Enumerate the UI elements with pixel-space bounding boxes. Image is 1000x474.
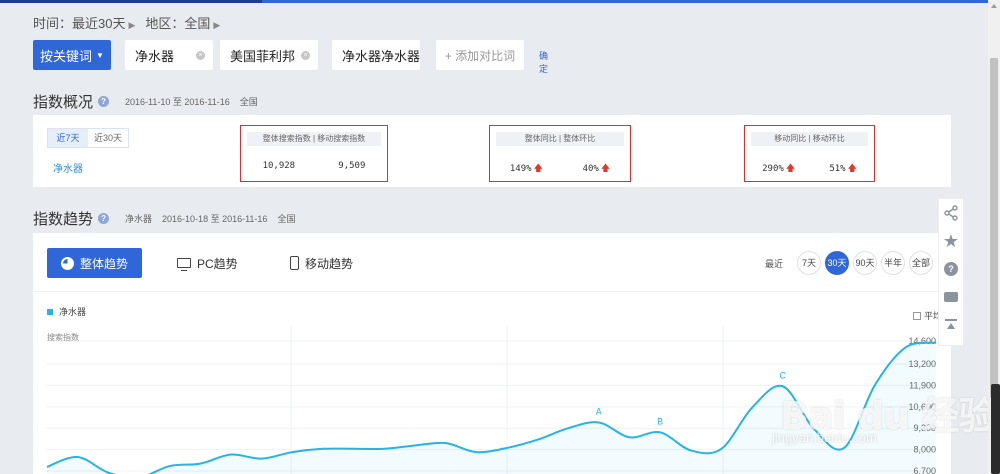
help-circle-icon[interactable]: ? xyxy=(939,255,963,283)
back-to-top-icon[interactable] xyxy=(939,311,963,339)
overall-yoy: 149% xyxy=(509,164,532,174)
region-filter[interactable]: 地区：全国 ▶ xyxy=(145,13,220,32)
metric-header: 整体搜索指数 | 移动搜索指数 xyxy=(247,132,381,146)
range-30d[interactable]: 30天 xyxy=(825,251,849,275)
phone-icon xyxy=(290,256,299,270)
trend-meta: 净水器 2016-10-18 至 2016-11-16 全国 xyxy=(125,212,295,225)
top-active-indicator xyxy=(0,0,262,3)
scrollbar-thumb[interactable] xyxy=(990,58,998,398)
add-compare-button[interactable]: + 添加对比词 xyxy=(436,40,524,70)
mobile-yoy: 290% xyxy=(762,164,784,174)
clear-icon[interactable]: × xyxy=(301,51,310,60)
keyword-mode-button[interactable]: 按关键词 ▼ xyxy=(33,40,111,70)
watermark-url: jingyan.baidu.com xyxy=(772,430,877,445)
share-icon[interactable] xyxy=(939,199,963,227)
range-label: 最近 xyxy=(764,258,783,269)
tab-mobile-trend[interactable]: 移动趋势 xyxy=(290,248,353,278)
keyword-bar: 按关键词 ▼ 净水器 × 美国菲利邦 × 净水器净水器 + 添加对比词 确定 xyxy=(33,40,548,74)
clear-icon[interactable]: × xyxy=(196,51,205,60)
confirm-link[interactable]: 确定 xyxy=(539,49,548,75)
region-filter-label: 地区：全国 xyxy=(145,15,211,31)
star-icon[interactable]: ★ xyxy=(939,227,963,255)
legend-label: 净水器 xyxy=(59,307,87,317)
overview-header: 指数概况 ? 2016-11-10 至 2016-11-16 全国 xyxy=(33,91,258,112)
legend-swatch xyxy=(47,308,53,315)
overview-title: 指数概况 xyxy=(33,94,94,111)
keyword-text: 净水器 xyxy=(135,48,175,64)
keyword-mode-label: 按关键词 xyxy=(40,48,93,64)
overview-keyword-link[interactable]: 净水器 xyxy=(53,160,83,175)
range-90d[interactable]: 90天 xyxy=(853,251,877,275)
range-7d[interactable]: 7天 xyxy=(797,251,821,275)
pie-chart-icon xyxy=(60,256,74,270)
tab-pc-trend[interactable]: PC趋势 xyxy=(177,248,238,278)
metric-header: 整体同比 | 整体环比 xyxy=(496,132,624,146)
arrow-up-icon: 🡅 xyxy=(600,164,611,174)
range-half-year[interactable]: 半年 xyxy=(881,251,905,275)
annotation-label: C xyxy=(779,370,786,380)
tab-label: PC趋势 xyxy=(197,256,238,271)
chevron-right-icon: ▶ xyxy=(128,19,136,30)
monitor-icon xyxy=(177,258,191,271)
y-axis-label: 搜索指数 xyxy=(47,333,79,342)
trend-region: 全国 xyxy=(277,214,296,224)
overview-panel: 近7天 近30天 净水器 整体搜索指数 | 移动搜索指数 10,928 9,50… xyxy=(33,115,951,187)
metric-box-overall-change: 整体同比 | 整体环比 149% 🡅 40% 🡅 xyxy=(489,125,631,182)
help-icon[interactable]: ? xyxy=(98,96,110,107)
period-tabs: 近7天 近30天 xyxy=(47,128,129,148)
tab-30-days[interactable]: 近30天 xyxy=(88,129,128,147)
tab-label: 整体趋势 xyxy=(79,256,128,271)
trend-keyword: 净水器 xyxy=(125,214,153,224)
divider xyxy=(33,291,951,292)
checkbox[interactable] xyxy=(912,311,921,320)
chart-legend[interactable]: 净水器 xyxy=(47,305,86,318)
tab-overall-trend[interactable]: 整体趋势 xyxy=(47,248,142,278)
keyword-input-2[interactable]: 美国菲利邦 × xyxy=(220,40,318,70)
keyword-input-1[interactable]: 净水器 × xyxy=(125,40,213,70)
side-gadget xyxy=(991,384,1000,474)
annotation-label: A xyxy=(596,406,602,416)
mobile-mom: 51% xyxy=(829,164,846,174)
keyword-input-3[interactable]: 净水器净水器 xyxy=(332,40,420,70)
overview-meta: 2016-11-10 至 2016-11-16 全国 xyxy=(125,95,258,108)
mobile-search-index: 9,509 xyxy=(338,161,366,171)
overview-date-range: 2016-11-10 至 2016-11-16 xyxy=(125,97,230,107)
chevron-right-icon: ▶ xyxy=(213,19,221,30)
help-icon[interactable]: ? xyxy=(98,213,110,224)
arrow-up-icon: 🡅 xyxy=(785,164,796,174)
side-toolbar: ★ ? xyxy=(938,198,964,346)
metric-header: 移动同比 | 移动环比 xyxy=(751,132,868,146)
keyword-text: 美国菲利邦 xyxy=(230,48,296,64)
trend-header: 指数趋势 ? 净水器 2016-10-18 至 2016-11-16 全国 xyxy=(33,208,295,229)
time-filter-label: 时间：最近30天 xyxy=(33,15,126,31)
overall-search-index: 10,928 xyxy=(262,161,296,171)
range-all[interactable]: 全部 xyxy=(909,251,933,275)
comment-icon[interactable] xyxy=(939,283,963,311)
scroll-up-icon[interactable] xyxy=(991,4,997,8)
tab-7-days[interactable]: 近7天 xyxy=(48,129,88,147)
trend-date-range: 2016-10-18 至 2016-11-16 xyxy=(162,214,268,224)
caret-down-icon: ▼ xyxy=(96,50,104,60)
arrow-up-icon: 🡅 xyxy=(847,164,857,174)
metric-box-search-index: 整体搜索指数 | 移动搜索指数 10,928 9,509 xyxy=(240,125,388,182)
filter-bar: 时间：最近30天 ▶ 地区：全国 ▶ xyxy=(33,13,220,32)
metric-box-mobile-change: 移动同比 | 移动环比 290% 🡅 51% 🡅 xyxy=(744,125,875,182)
trend-title: 指数趋势 xyxy=(33,211,94,228)
overall-mom: 40% xyxy=(582,164,599,174)
time-filter[interactable]: 时间：最近30天 ▶ xyxy=(33,13,135,32)
tab-label: 移动趋势 xyxy=(305,256,354,271)
overview-region: 全国 xyxy=(239,97,258,107)
range-selector: 最近 7天 30天 90天 半年 全部 xyxy=(765,251,933,275)
keyword-text: 净水器净水器 xyxy=(342,48,420,64)
arrow-up-icon: 🡅 xyxy=(533,164,543,174)
annotation-label: B xyxy=(657,416,663,426)
